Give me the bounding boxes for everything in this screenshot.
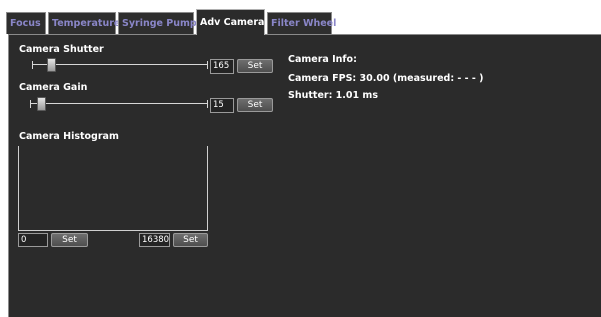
camera-histogram-label: Camera Histogram: [19, 131, 119, 142]
adv-camera-panel: Camera Shutter 165 Set Camera Gain 15 Se…: [8, 34, 601, 317]
camera-gain-value-field[interactable]: 15: [210, 98, 234, 113]
camera-info-title: Camera Info:: [288, 54, 357, 65]
tab-temperature[interactable]: Temperature: [48, 12, 120, 34]
slider-tick: [207, 100, 208, 108]
tab-filter-wheel[interactable]: Filter Wheel: [267, 12, 336, 34]
histogram-max-field[interactable]: 16380: [139, 233, 170, 247]
tab-adv-camera[interactable]: Adv Camera: [196, 9, 265, 35]
camera-gain-slider[interactable]: [30, 97, 208, 111]
slider-track: [30, 103, 208, 104]
camera-shutter-label: Camera Shutter: [19, 44, 104, 55]
histogram-max-set-button[interactable]: Set: [173, 233, 208, 247]
histogram-axis-line: [207, 146, 208, 231]
slider-tick: [30, 100, 31, 108]
tab-syringe-pump[interactable]: Syringe Pump: [118, 12, 197, 34]
camera-histogram-plot: [18, 146, 208, 231]
slider-tick: [207, 61, 208, 69]
camera-gain-set-button[interactable]: Set: [237, 98, 273, 112]
camera-gain-label: Camera Gain: [19, 82, 88, 93]
tab-bar: Focus Temperature Syringe Pump Adv Camer…: [6, 8, 601, 35]
slider-track: [32, 64, 208, 65]
slider-thumb[interactable]: [37, 97, 46, 111]
tab-focus[interactable]: Focus: [6, 12, 46, 34]
camera-shutter-value-field[interactable]: 165: [210, 59, 234, 74]
camera-shutter-set-button[interactable]: Set: [237, 59, 273, 73]
histogram-min-field[interactable]: 0: [18, 233, 48, 247]
slider-tick: [32, 61, 33, 69]
app-window: Focus Temperature Syringe Pump Adv Camer…: [0, 0, 601, 317]
histogram-min-set-button[interactable]: Set: [51, 233, 88, 247]
camera-fps-text: Camera FPS: 30.00 (measured: - - - ): [288, 73, 484, 84]
camera-shutter-slider[interactable]: [32, 58, 208, 72]
shutter-time-text: Shutter: 1.01 ms: [288, 90, 378, 101]
slider-thumb[interactable]: [47, 58, 56, 72]
